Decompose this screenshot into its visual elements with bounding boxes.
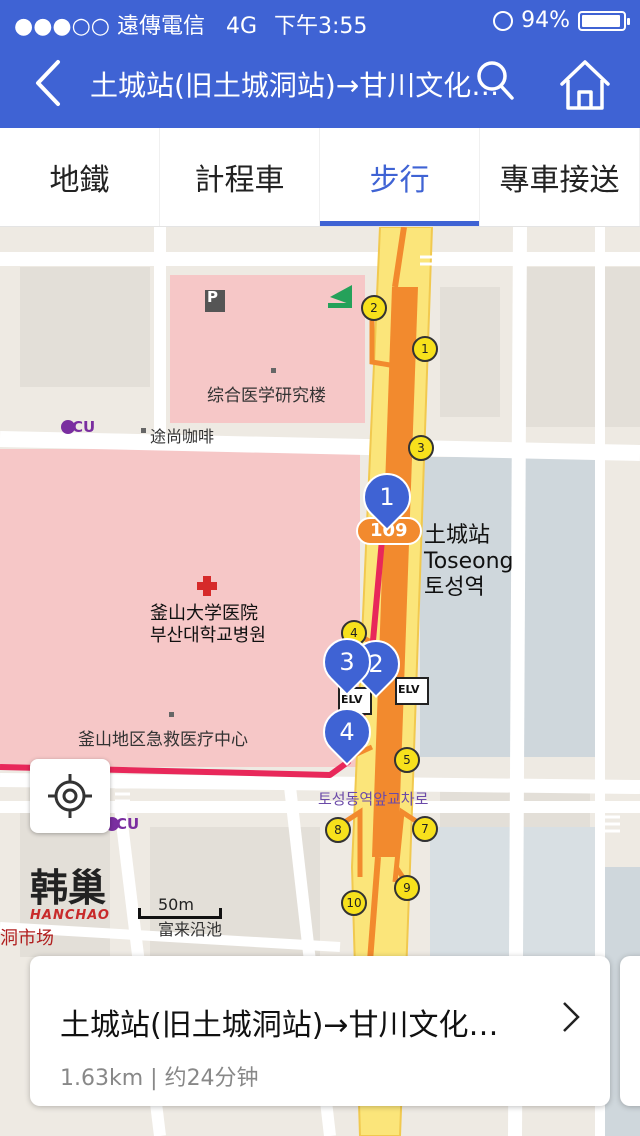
route-title: 土城站(旧土城洞站)→甘川文化… <box>60 1008 499 1043</box>
waypoint-label: 3 <box>339 648 355 676</box>
next-route-card[interactable] <box>620 956 640 1106</box>
label-station-en: Toseong <box>424 549 514 574</box>
route-distance: 1.63km <box>60 1066 144 1091</box>
route-summary: 1.63km | 约24分钟 <box>60 1066 259 1091</box>
crosshair-icon <box>48 774 92 818</box>
exit-marker: 3 <box>408 435 434 461</box>
battery-percent: 94% <box>521 8 570 33</box>
clock: 下午3:55 <box>274 14 368 39</box>
waypoint-label: 1 <box>379 483 395 511</box>
transport-tabs: 地鐵 計程車 步行 專車接送 <box>0 128 640 227</box>
parking-icon: P <box>207 288 218 306</box>
network-label: 4G <box>225 14 258 39</box>
chevron-right-icon <box>563 1002 580 1032</box>
exit-marker: 7 <box>412 816 438 842</box>
elv-label: ELV <box>398 683 420 696</box>
carrier-label: ●●●○○ 遠傳電信 4G <box>14 14 258 39</box>
exit-marker: 10 <box>341 890 367 916</box>
label-medical-research: 综合医学研究楼 <box>207 386 326 406</box>
label-station-kr: 토성역 <box>424 575 485 600</box>
top-bar: ●●●○○ 遠傳電信 4G 下午3:55 94% 土城站(旧土城洞站)→甘川文化… <box>0 0 640 128</box>
locate-button[interactable] <box>30 759 110 833</box>
tab-taxi[interactable]: 計程車 <box>160 128 320 226</box>
search-icon[interactable] <box>470 56 520 106</box>
exit-marker: 8 <box>325 817 351 843</box>
exit-marker: 2 <box>361 295 387 321</box>
label-cafe: 途尚咖啡 <box>150 427 215 446</box>
route-card[interactable]: 土城站(旧土城洞站)→甘川文化… 1.63km | 约24分钟 <box>30 956 610 1106</box>
label-hospital-kr: 부산대학교병원 <box>150 625 266 646</box>
exit-marker: 5 <box>394 747 420 773</box>
label-cu: CU <box>116 815 140 833</box>
label-station-cn: 土城站 <box>424 523 491 548</box>
label-nearby: 富来沿池 <box>158 920 223 939</box>
tab-walk[interactable]: 步行 <box>320 128 480 226</box>
label-market: 洞市场 <box>0 928 54 949</box>
label-emergency-center: 釜山地区急救医疗中心 <box>78 730 248 750</box>
battery-icon <box>578 10 630 31</box>
label-cu: CU <box>72 418 96 436</box>
hanchao-logo: 韩巢 HANCHAO <box>30 866 110 923</box>
rotation-lock-icon <box>493 10 514 31</box>
scale-bar: 50m <box>138 895 222 919</box>
tab-shuttle[interactable]: 專車接送 <box>480 128 640 226</box>
waypoint-label: 4 <box>339 718 355 746</box>
status-bar: ●●●○○ 遠傳電信 4G 下午3:55 94% <box>0 0 640 40</box>
elv-label: ELV <box>341 693 363 706</box>
exit-marker: 1 <box>412 336 438 362</box>
home-button[interactable] <box>556 56 614 114</box>
navigation-bar: 土城站(旧土城洞站)→甘川文化… <box>0 40 640 128</box>
tab-subway[interactable]: 地鐵 <box>0 128 160 226</box>
label-intersection: 토성동역앞교차로 <box>318 790 429 808</box>
exit-marker: 9 <box>394 875 420 901</box>
back-button[interactable] <box>30 58 70 108</box>
route-duration: 约24分钟 <box>164 1066 259 1091</box>
